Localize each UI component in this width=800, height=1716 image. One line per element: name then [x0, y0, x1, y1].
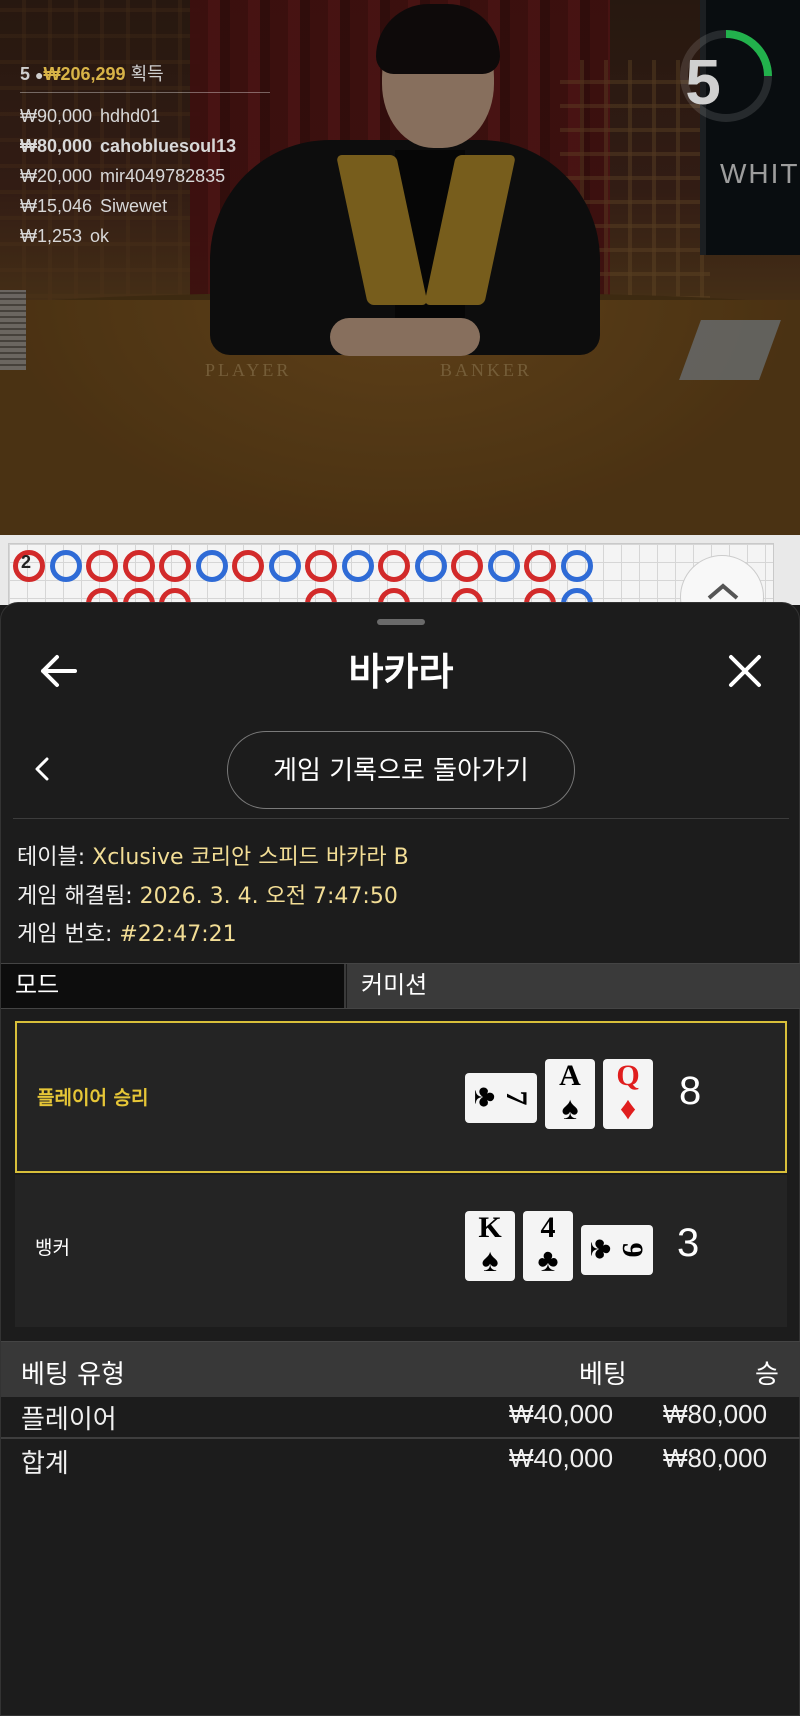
win-amount: ₩80,000: [663, 1399, 768, 1429]
road-banker-bead: [159, 550, 191, 582]
card-rank: 9: [616, 1242, 649, 1258]
winner-row: ₩15,046 Siwewet: [20, 191, 270, 221]
commission-label: 커미션: [347, 964, 800, 1008]
card-rank: K: [478, 1211, 502, 1244]
road-player-bead: [487, 550, 520, 582]
winner-name: mir4049782835: [100, 166, 226, 186]
winner-name: Siwewet: [100, 196, 168, 216]
road-banker-bead: [451, 550, 483, 582]
divider: [13, 818, 789, 819]
countdown-number: 5: [685, 46, 721, 118]
winner-amount: ₩1,253: [20, 226, 83, 246]
close-button[interactable]: [723, 649, 767, 693]
player-result: 플레이어 승리 ♣ 7 A ♠ Q ♦ 8: [15, 1021, 787, 1173]
close-icon: [729, 655, 761, 687]
banker-result: 뱅커 K ♠ 4 ♣ ♣ 9 3: [15, 1175, 787, 1327]
road-banker-bead: [524, 550, 556, 582]
total-bet: ₩40,000: [509, 1443, 614, 1473]
road-player-bead: [49, 550, 82, 582]
game-detail-panel: 바카라 게임 기록으로 돌아가기 테이블: Xclusive 코리안 스피드 바…: [0, 602, 800, 1716]
bet-amount-header: 베팅: [579, 1360, 627, 1390]
banker-result-label: 뱅커: [35, 1237, 70, 1259]
win-amount-header: 승: [755, 1360, 779, 1390]
road-banker-bead: [86, 550, 118, 582]
winner-amount: ₩80,000: [20, 136, 93, 156]
bet-amount: ₩40,000: [509, 1399, 614, 1429]
winner-row: ₩1,253 ok: [20, 221, 270, 251]
banker-card-2: 4 ♣: [523, 1211, 573, 1281]
live-video: WHITE PLAYER BANKER 5 ●₩206,299 획득 ₩90,0…: [0, 0, 800, 535]
countdown-arc: [725, 30, 772, 77]
bet-type: 플레이어: [21, 1404, 117, 1434]
player-card-2: A ♠: [545, 1059, 595, 1129]
player-result-label: 플레이어 승리: [37, 1087, 149, 1109]
road-grid: 2: [8, 543, 774, 605]
back-to-history-button[interactable]: 게임 기록으로 돌아가기: [227, 731, 575, 809]
road-banker-bead: [305, 550, 337, 582]
resolved-label: 게임 해결됨:: [17, 884, 133, 909]
winners-header: 5 ●₩206,299 획득: [20, 60, 270, 93]
total-win: ₩80,000: [663, 1443, 768, 1473]
resolved-info: 게임 해결됨: 2026. 3. 4. 오전 7:47:50: [17, 878, 398, 910]
card-suit: ♣: [537, 1242, 559, 1278]
winner-name: cahobluesoul13: [100, 136, 237, 156]
game-number-info: 게임 번호: #22:47:21: [17, 916, 237, 948]
road-player-bead: [195, 550, 228, 582]
game-number-value: #22:47:21: [119, 922, 237, 947]
bet-table-header: 베팅 유형 베팅 승: [1, 1341, 800, 1397]
winners-count: 5: [20, 64, 31, 84]
total-label: 합계: [21, 1448, 69, 1478]
winner-row: ₩20,000 mir4049782835: [20, 161, 270, 191]
winners-list: 5 ●₩206,299 획득 ₩90,000 hdhd01 ₩80,000 cahob…: [20, 60, 270, 251]
card-rank: A: [559, 1059, 581, 1092]
road-player-bead: [414, 550, 447, 582]
game-number-label: 게임 번호:: [17, 922, 113, 947]
card-suit: ♠: [481, 1242, 499, 1278]
banker-score: 3: [677, 1221, 700, 1265]
player-card-1: ♣ 7: [465, 1073, 537, 1123]
winner-name: ok: [90, 226, 110, 246]
road-player-bead: [268, 550, 301, 582]
card-suit: ♠: [561, 1090, 579, 1126]
road-banker-bead: [378, 550, 410, 582]
road-player-bead: [560, 550, 593, 582]
table-value: Xclusive 코리안 스피드 바카라 B: [92, 845, 409, 870]
resolved-value: 2026. 3. 4. 오전 7:47:50: [139, 884, 398, 909]
card-suit: ♦: [619, 1090, 637, 1126]
winner-row: ₩80,000 cahobluesoul13: [20, 131, 270, 161]
previous-button[interactable]: [31, 753, 55, 785]
user-icon: ●: [35, 67, 44, 83]
card-suit: ♣: [584, 1238, 620, 1260]
winner-amount: ₩90,000: [20, 106, 93, 126]
road-banker-bead: [122, 550, 155, 582]
banker-card-1: K ♠: [465, 1211, 515, 1281]
card-rank: 7: [500, 1090, 533, 1106]
winner-row: ₩90,000 hdhd01: [20, 101, 270, 131]
bet-type-header: 베팅 유형: [21, 1360, 125, 1390]
panel-title: 바카라: [348, 650, 454, 694]
drag-handle[interactable]: [377, 619, 425, 625]
road-player-bead: [341, 550, 374, 582]
winner-amount: ₩20,000: [20, 166, 93, 186]
table-label: 테이블:: [17, 845, 86, 870]
card-rank: 4: [540, 1211, 556, 1244]
card-suit: ♣: [468, 1086, 504, 1108]
winner-name: hdhd01: [100, 106, 161, 126]
winner-amount: ₩15,046: [20, 196, 93, 216]
road-banker-bead: [232, 550, 264, 582]
player-card-3: Q ♦: [603, 1059, 653, 1129]
mode-header: 모드 커미션: [1, 963, 800, 1009]
banker-card-3: ♣ 9: [581, 1225, 653, 1275]
bet-row: 플레이어 ₩40,000 ₩80,000: [1, 1393, 800, 1437]
mode-label: 모드: [1, 964, 346, 1008]
winners-total: ₩206,299: [43, 64, 126, 84]
chevron-left-icon: [35, 757, 49, 781]
card-rank: Q: [616, 1059, 640, 1092]
table-info: 테이블: Xclusive 코리안 스피드 바카라 B: [17, 839, 409, 871]
winners-suffix: 획득: [130, 64, 164, 84]
total-row: 합계 ₩40,000 ₩80,000: [1, 1437, 800, 1481]
player-score: 8: [679, 1069, 702, 1113]
road-note: 2: [21, 552, 32, 572]
